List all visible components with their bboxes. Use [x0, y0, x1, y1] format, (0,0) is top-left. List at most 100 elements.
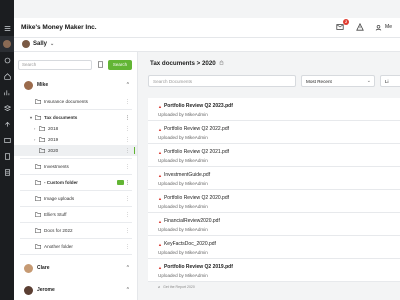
document-title: Portfolio Review Q2 2023.pdf	[163, 103, 233, 109]
upload-icon[interactable]	[0, 116, 14, 132]
account-bar: Sally ⌄	[14, 38, 400, 52]
avatar-icon[interactable]	[0, 36, 14, 52]
mail-icon[interactable]	[0, 132, 14, 148]
document-uploader: Uploaded by MikeAdmin	[158, 112, 208, 117]
folder-icon	[39, 137, 45, 142]
folder-item[interactable]: Another folder ⋮	[14, 241, 137, 252]
folder-item[interactable]: › 2018 ⋮	[14, 123, 137, 134]
more-icon[interactable]: ⋮	[125, 228, 130, 234]
avatar	[24, 263, 33, 273]
more-icon[interactable]: ⋮	[125, 126, 130, 132]
document-row[interactable]: ▲ Portfolio Review Q2 2021.pdf Uploaded by…	[148, 144, 400, 167]
folder-item[interactable]: Investments ⋮	[14, 161, 137, 172]
folder-icon	[35, 244, 41, 249]
document-uploader: Uploaded by MikeAdmin	[158, 250, 208, 255]
folder-label: 2020	[48, 148, 59, 153]
chart-icon[interactable]	[0, 84, 14, 100]
folder-item[interactable]: Docs for 2022 ⋮	[14, 225, 137, 236]
menu-icon[interactable]	[0, 20, 14, 36]
folder-item[interactable]: 2020 ⋮	[14, 145, 137, 156]
document-name: ▲ Portfolio Review Q2 2022.pdf	[158, 126, 400, 132]
more-icon[interactable]: ⋮	[125, 212, 130, 218]
document-row[interactable]: ▲ Portfolio Review Q2 2020.pdf Uploaded by…	[148, 190, 400, 213]
document-icon[interactable]	[0, 148, 14, 164]
folder-icon	[35, 115, 41, 120]
folder-label: Tax documents	[44, 115, 78, 120]
more-icon[interactable]: ⋮	[125, 148, 130, 154]
pdf-icon: ▲	[158, 126, 162, 132]
upload-file-icon[interactable]	[96, 61, 104, 69]
sort-select[interactable]: Most Recent ⌄	[301, 75, 375, 87]
top-bar: Mike's Money Maker Inc. 2 Me	[14, 18, 400, 38]
folder-item[interactable]: ▾ Tax documents ⋮	[14, 112, 137, 123]
folder-item[interactable]: Insurance documents ⋮	[14, 96, 137, 107]
folder-item[interactable]: - Custom folder ⋮	[14, 177, 137, 188]
folder-icon	[39, 148, 45, 153]
document-row[interactable]: ▲ Portfolio Review Q2 2019.pdf Uploaded by…	[148, 259, 400, 282]
user-row-jerome[interactable]: Jerome ⌃	[14, 279, 137, 300]
more-icon[interactable]: ⋮	[125, 115, 130, 121]
document-uploader: Uploaded by MikeAdmin	[158, 135, 208, 140]
more-icon[interactable]: ⋮	[125, 99, 130, 105]
folder-label: - Custom folder	[44, 180, 78, 185]
user-row-clare[interactable]: Clare ⌃	[14, 257, 137, 279]
account-switcher[interactable]: Sally ⌄	[22, 40, 54, 48]
toggle-icon[interactable]: ▾	[30, 115, 34, 120]
alert-icon[interactable]	[355, 22, 365, 32]
user-menu[interactable]: Me	[375, 24, 392, 31]
document-uploader: Uploaded by MikeAdmin	[158, 227, 208, 232]
more-icon[interactable]: ⋮	[125, 196, 130, 202]
document-name: ▲ Portfolio Review Q2 2023.pdf	[158, 103, 400, 109]
document-row[interactable]: ▲ InvestmentGuide.pdf Uploaded by MikeAdmi…	[148, 167, 400, 190]
chevron-down-icon: ⌄	[50, 41, 55, 47]
user-row-mike[interactable]: Mike ⌃	[14, 74, 137, 96]
dashboard-icon[interactable]	[0, 52, 14, 68]
layers-icon[interactable]	[0, 100, 14, 116]
document-title: Portfolio Review Q2 2019.pdf	[163, 264, 233, 270]
search-button[interactable]: Search	[108, 59, 132, 70]
toggle-icon[interactable]: ›	[34, 126, 38, 131]
icon-rail	[0, 0, 14, 300]
avatar	[24, 80, 33, 90]
pdf-icon: ▲	[158, 172, 162, 178]
document-row[interactable]: ▲ Portfolio Review Q2 2022.pdf Uploaded by…	[148, 121, 400, 144]
document-title: Portfolio Review Q2 2020.pdf	[163, 195, 230, 201]
document-row[interactable]: ▲ FinancialReview2020.pdf Uploaded by Mike…	[148, 213, 400, 236]
folder-item[interactable]: Image uploads ⋮	[14, 193, 137, 204]
document-uploader: Uploaded by MikeAdmin	[158, 158, 208, 163]
document-uploader: Uploaded by MikeAdmin	[158, 273, 208, 278]
document-row[interactable]: ▲ KeyFactsDoc_2020.pdf Uploaded by MikeAdm…	[148, 236, 400, 259]
folder-item[interactable]: › 2019 ⋮	[14, 134, 137, 145]
view-select[interactable]: Li	[380, 75, 400, 87]
user-label: Me	[385, 24, 392, 30]
document-row[interactable]: ▲ Portfolio Review Q2 2023.pdf Uploaded by…	[148, 98, 400, 121]
toggle-icon[interactable]: ›	[34, 137, 38, 142]
more-icon[interactable]: ⋮	[125, 137, 130, 143]
pdf-icon: ▲	[158, 195, 162, 201]
folder-icon	[35, 164, 41, 169]
folder-icon	[35, 228, 41, 233]
more-icon[interactable]: ⋮	[125, 164, 130, 170]
chevron-up-icon: ⌃	[125, 287, 130, 293]
user-name: Mike	[37, 82, 49, 88]
breadcrumb: Tax documents > 2020	[150, 60, 224, 67]
file-icon[interactable]	[0, 164, 14, 180]
folder-item[interactable]: Ellie's Stuff ⋮	[14, 209, 137, 220]
folder-label: Docs for 2022	[44, 228, 73, 233]
folder-label: 2018	[48, 126, 59, 131]
notifications-icon[interactable]: 2	[335, 19, 350, 32]
more-icon[interactable]: ⋮	[125, 180, 130, 186]
document-search-input[interactable]: Search Documents	[148, 75, 296, 87]
pdf-icon: ▲	[158, 103, 162, 109]
home-icon[interactable]	[0, 68, 14, 84]
pdf-icon: ▲	[158, 241, 162, 247]
attachment-icon: ⌀	[158, 285, 161, 289]
more-icon[interactable]: ⋮	[125, 244, 130, 250]
document-footer: ⌀ Get the Report 2020	[148, 282, 400, 292]
folder-icon	[35, 99, 41, 104]
document-name: ▲ Portfolio Review Q2 2019.pdf	[158, 264, 400, 270]
chevron-up-icon: ⌃	[125, 265, 130, 271]
footer-note: Get the Report 2020	[163, 285, 195, 289]
search-input[interactable]: Search	[18, 59, 92, 70]
document-title: KeyFactsDoc_2020.pdf	[163, 241, 216, 247]
